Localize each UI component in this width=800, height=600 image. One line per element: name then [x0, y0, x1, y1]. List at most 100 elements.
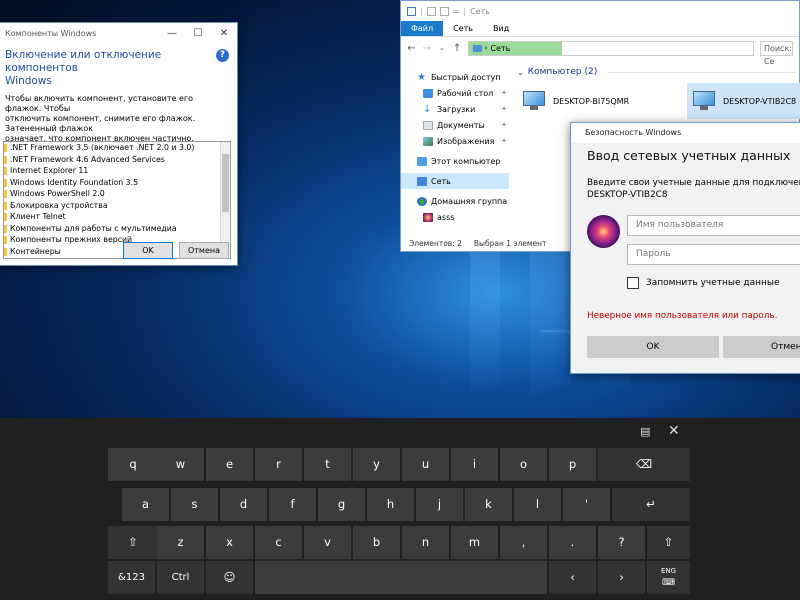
ribbon-tab-network[interactable]: Сеть: [443, 21, 483, 36]
symbols-key[interactable]: &123: [108, 561, 155, 594]
ribbon-tab-view[interactable]: Вид: [483, 21, 519, 36]
navigation-pane: ★ Быстрый доступ Рабочий стол ✦ ↓ Загруз…: [401, 69, 509, 225]
search-input[interactable]: Поиск: Се: [759, 40, 793, 66]
password-input[interactable]: Пароль: [627, 244, 800, 265]
key-e[interactable]: e: [206, 448, 253, 481]
nav-item-network[interactable]: Сеть: [401, 173, 509, 189]
forward-arrow-icon[interactable]: →: [422, 43, 431, 54]
feature-item[interactable]: Блокировка устройства: [4, 200, 230, 212]
nav-item-this-pc[interactable]: Этот компьютер: [401, 153, 509, 169]
pin-icon[interactable]: ✦: [501, 89, 507, 97]
ctrl-key[interactable]: Ctrl: [157, 561, 204, 594]
shift-key-right[interactable]: ⇧: [647, 526, 690, 559]
enter-key[interactable]: ↵: [612, 488, 690, 521]
key-r[interactable]: r: [255, 448, 302, 481]
feature-item[interactable]: .NET Framework 4.6 Advanced Services: [4, 154, 230, 166]
key-q[interactable]: q: [108, 448, 158, 481]
features-scrollbar[interactable]: [220, 142, 230, 258]
feature-item[interactable]: Internet Explorer 11: [4, 165, 230, 177]
nav-item-desktop[interactable]: Рабочий стол ✦: [401, 85, 509, 101]
checkbox-icon[interactable]: [627, 277, 639, 289]
key-n[interactable]: n: [402, 526, 449, 559]
key-u[interactable]: u: [402, 448, 449, 481]
key-t[interactable]: t: [304, 448, 351, 481]
feature-item[interactable]: Windows PowerShell 2.0: [4, 188, 230, 200]
key-w[interactable]: w: [157, 448, 204, 481]
nav-item-quick-access[interactable]: ★ Быстрый доступ: [401, 69, 509, 85]
ribbon-tab-file[interactable]: Файл: [401, 21, 444, 36]
group-header[interactable]: ⌄ Компьютер (2): [513, 65, 799, 79]
key-l[interactable]: l: [514, 488, 561, 521]
feature-item[interactable]: Компоненты для работы с мультимедиа: [4, 223, 230, 235]
feature-item[interactable]: .NET Framework 3.5 (включает .NET 2.0 и …: [4, 142, 230, 154]
key-question[interactable]: ?: [598, 526, 645, 559]
nav-item-homegroup[interactable]: Домашняя группа: [401, 193, 509, 209]
computer-item[interactable]: DESKTOP-BI75QMR: [517, 83, 673, 119]
keyboard-layout-icon[interactable]: ▤: [640, 425, 650, 438]
key-g[interactable]: g: [318, 488, 365, 521]
nav-item-documents[interactable]: Документы ✦: [401, 117, 509, 133]
features-titlebar[interactable]: Компоненты Windows — ☐ ✕: [0, 23, 237, 43]
key-v[interactable]: v: [304, 526, 351, 559]
key-d[interactable]: d: [220, 488, 267, 521]
key-j[interactable]: j: [416, 488, 463, 521]
help-icon[interactable]: ?: [216, 49, 229, 62]
key-h[interactable]: h: [367, 488, 414, 521]
features-cancel-button[interactable]: Отмена: [179, 242, 229, 259]
pin-icon[interactable]: ✦: [501, 105, 507, 113]
nav-item-user[interactable]: asss: [401, 209, 509, 225]
properties-icon[interactable]: [426, 6, 436, 16]
up-arrow-icon[interactable]: ↑: [452, 43, 461, 54]
key-o[interactable]: o: [500, 448, 547, 481]
credentials-cancel-button[interactable]: Отмена: [723, 336, 800, 358]
key-x[interactable]: x: [206, 526, 253, 559]
remember-credentials-checkbox[interactable]: Запомнить учетные данные: [627, 277, 780, 289]
key-p[interactable]: p: [549, 448, 596, 481]
minimize-icon[interactable]: —: [159, 28, 185, 39]
right-arrow-key[interactable]: ›: [598, 561, 645, 594]
back-arrow-icon[interactable]: ←: [407, 43, 416, 54]
maximize-icon[interactable]: ☐: [185, 28, 211, 39]
key-k[interactable]: k: [465, 488, 512, 521]
new-folder-icon[interactable]: [439, 6, 449, 16]
key-apostrophe[interactable]: ': [563, 488, 610, 521]
close-icon[interactable]: ✕: [211, 28, 237, 39]
credentials-ok-button[interactable]: OK: [587, 336, 719, 358]
key-i[interactable]: i: [451, 448, 498, 481]
key-c[interactable]: c: [255, 526, 302, 559]
emoji-key[interactable]: ☺: [206, 561, 253, 594]
explorer-titlebar[interactable]: | = | Сеть: [401, 1, 799, 21]
error-message: Неверное имя пользователя или пароль.: [587, 311, 778, 321]
pin-icon[interactable]: ✦: [501, 121, 507, 129]
left-arrow-key[interactable]: ‹: [549, 561, 596, 594]
computer-item-selected[interactable]: DESKTOP-VTIB2C8: [687, 83, 800, 119]
close-keyboard-icon[interactable]: ✕: [668, 423, 680, 439]
credentials-titlebar[interactable]: Безопасность Windows: [571, 123, 800, 143]
feature-item[interactable]: Windows Identity Foundation 3.5: [4, 177, 230, 189]
key-f[interactable]: f: [269, 488, 316, 521]
key-comma[interactable]: ,: [500, 526, 547, 559]
scrollbar-thumb[interactable]: [222, 154, 229, 212]
language-key[interactable]: ENG ⌨: [647, 561, 690, 594]
nav-item-downloads[interactable]: ↓ Загрузки ✦: [401, 101, 509, 117]
features-ok-button[interactable]: OK: [123, 242, 173, 259]
username-input[interactable]: Имя пользователя: [627, 215, 800, 236]
key-s[interactable]: s: [171, 488, 218, 521]
address-bar[interactable]: › Сеть: [467, 40, 754, 56]
key-a[interactable]: a: [122, 488, 169, 521]
group-header-label: Компьютер (2): [527, 67, 598, 77]
feature-item[interactable]: Клиент Telnet: [4, 211, 230, 223]
features-heading: Включение или отключение компонентов Win…: [0, 43, 237, 88]
shift-key-left[interactable]: ⇧: [108, 526, 158, 559]
key-m[interactable]: m: [451, 526, 498, 559]
key-y[interactable]: y: [353, 448, 400, 481]
enter-icon: ↵: [646, 497, 656, 511]
chevron-down-icon[interactable]: ⌄: [437, 44, 446, 52]
nav-item-pictures[interactable]: Изображения ✦: [401, 133, 509, 149]
key-period[interactable]: .: [549, 526, 596, 559]
pin-icon[interactable]: ✦: [501, 137, 507, 145]
backspace-key[interactable]: ⌫: [598, 448, 690, 481]
key-z[interactable]: z: [157, 526, 204, 559]
key-b[interactable]: b: [353, 526, 400, 559]
space-key[interactable]: [255, 561, 547, 594]
